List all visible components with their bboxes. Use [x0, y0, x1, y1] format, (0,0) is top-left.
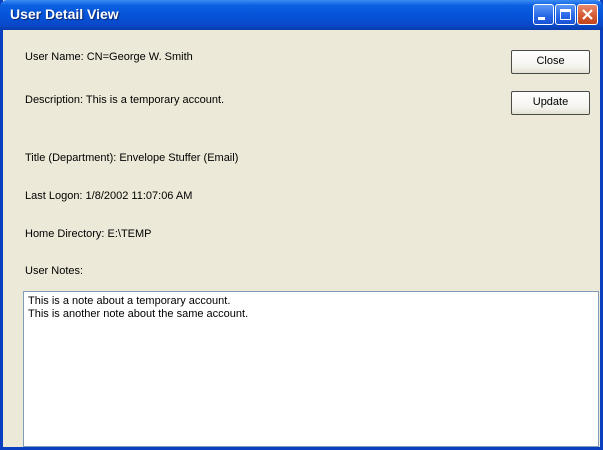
description-label: Description: This is a temporary account…: [25, 94, 225, 106]
home-directory-label: Home Directory: E:\TEMP: [25, 228, 152, 240]
minimize-icon: [538, 17, 545, 20]
notes-line: This is a note about a temporary account…: [28, 295, 231, 307]
notes-line: This is another note about the same acco…: [28, 308, 249, 320]
maximize-button[interactable]: [555, 4, 576, 25]
close-window-button[interactable]: [577, 4, 598, 25]
user-detail-window: User Detail View User Name: CN=George W.…: [0, 0, 603, 450]
close-button[interactable]: Close: [511, 50, 590, 74]
title-department-label: Title (Department): Envelope Stuffer (Em…: [25, 152, 239, 164]
user-name-label: User Name: CN=George W. Smith: [25, 51, 193, 63]
last-logon-label: Last Logon: 1/8/2002 11:07:06 AM: [25, 190, 193, 202]
close-icon: [582, 9, 593, 20]
minimize-button[interactable]: [533, 4, 554, 25]
window-title: User Detail View: [10, 6, 119, 22]
user-notes-textarea[interactable]: This is a note about a temporary account…: [23, 291, 599, 447]
maximize-icon: [560, 9, 571, 20]
update-button[interactable]: Update: [511, 91, 590, 115]
user-notes-label: User Notes:: [25, 265, 84, 277]
title-bar[interactable]: User Detail View: [0, 0, 603, 30]
